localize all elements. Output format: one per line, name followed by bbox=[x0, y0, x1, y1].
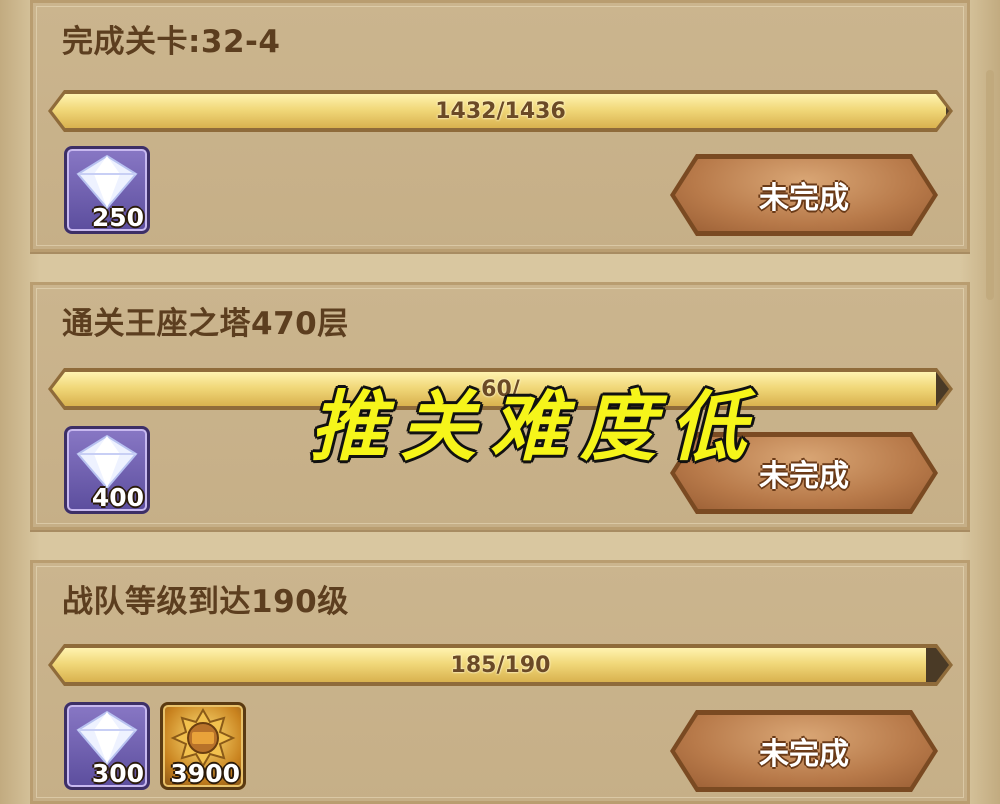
task-title: 战队等级到达190级 bbox=[62, 584, 349, 620]
reward-item[interactable]: 3900 bbox=[160, 702, 246, 790]
status-button[interactable]: 未完成 bbox=[670, 154, 938, 236]
reward-item[interactable]: 250 bbox=[64, 146, 150, 234]
reward-item[interactable]: 300 bbox=[64, 702, 150, 790]
status-button-label: 未完成 bbox=[759, 737, 849, 772]
overlay-caption: 推关难度低 bbox=[310, 382, 760, 471]
progress-bar: 185/190 bbox=[48, 644, 953, 686]
progress-text: 1432/1436 bbox=[435, 98, 566, 124]
reward-count: 300 bbox=[91, 759, 144, 788]
task-card: 完成关卡:32-4 1432/1436 250 未完成 bbox=[30, 0, 970, 252]
status-button[interactable]: 未完成 bbox=[670, 710, 938, 792]
progress-bar: 1432/1436 bbox=[48, 90, 953, 132]
progress-text: 185/190 bbox=[450, 652, 551, 678]
task-card: 战队等级到达190级 185/190 300 3900 未完成 bbox=[30, 560, 970, 804]
reward-count: 400 bbox=[91, 483, 144, 512]
reward-item[interactable]: 400 bbox=[64, 426, 150, 514]
reward-count: 250 bbox=[91, 203, 144, 232]
task-title: 完成关卡:32-4 bbox=[62, 24, 281, 60]
reward-count: 3900 bbox=[170, 759, 240, 788]
scrollbar[interactable] bbox=[986, 70, 994, 300]
status-button-label: 未完成 bbox=[759, 181, 849, 216]
task-title: 通关王座之塔470层 bbox=[62, 306, 349, 342]
status-button-label: 未完成 bbox=[759, 459, 849, 494]
